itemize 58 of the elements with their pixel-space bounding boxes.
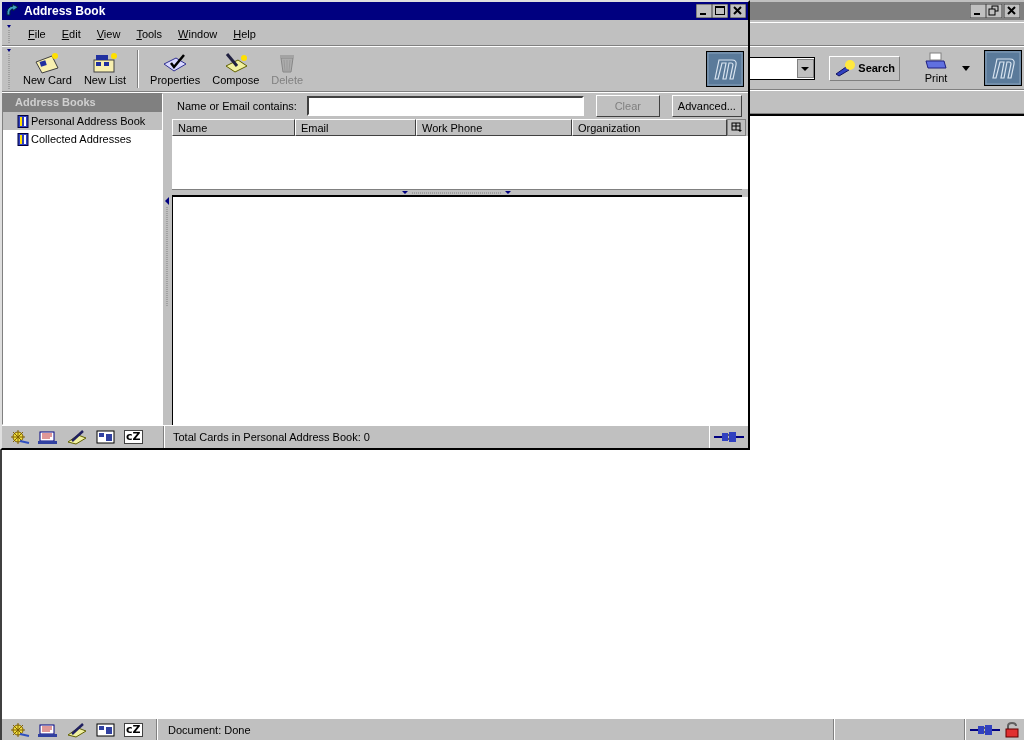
advanced-button[interactable]: Advanced... [671, 95, 742, 117]
checklist-icon [162, 52, 189, 74]
menu-item[interactable]: Help [233, 27, 256, 40]
minimize-button[interactable] [970, 4, 986, 18]
address-book-icon [17, 114, 29, 128]
flashlight-icon [834, 59, 857, 77]
minimize-button[interactable] [696, 4, 712, 18]
padlock-icon[interactable] [1004, 721, 1020, 738]
print-button[interactable]: Print [924, 52, 948, 84]
chat-button[interactable]: cZ [124, 430, 143, 444]
new-card-button[interactable]: New Card [18, 52, 77, 86]
logo-icon[interactable] [706, 51, 744, 87]
close-button[interactable] [1004, 4, 1020, 18]
toolbar-grip [6, 49, 12, 89]
column-header[interactable]: Name [172, 119, 295, 136]
column-header[interactable]: Organization [572, 119, 727, 136]
card-icon [34, 52, 61, 74]
column-picker-icon[interactable] [727, 119, 746, 136]
sidebar-item[interactable]: Collected Addresses [3, 130, 162, 148]
status-text: Document: Done [157, 719, 835, 740]
search-field[interactable] [306, 96, 584, 116]
dropdown-button[interactable] [797, 58, 815, 78]
sidebar-header: Address Books [3, 94, 162, 112]
chat-button[interactable]: cZ [124, 722, 143, 737]
sidebar-item[interactable]: Personal Address Book [3, 112, 162, 130]
toolbar-grip [6, 24, 12, 43]
card-icon[interactable] [95, 721, 117, 738]
plug-icon[interactable] [714, 431, 744, 443]
app-icon [4, 3, 20, 19]
printer-icon [924, 52, 948, 72]
menu-item[interactable]: Tools [136, 27, 163, 40]
column-header[interactable]: Email [295, 119, 416, 136]
compose-button[interactable]: Compose [207, 52, 265, 86]
properties-button[interactable]: Properties [145, 52, 206, 86]
plug-icon[interactable] [970, 723, 1000, 736]
column-header[interactable]: Work Phone [416, 119, 572, 136]
menu-item[interactable]: File [28, 27, 46, 40]
status-text: Total Cards in Personal Address Book: 0 [164, 426, 709, 448]
search-button[interactable]: Search [829, 55, 900, 81]
menu-item[interactable]: Edit [61, 27, 81, 40]
dropdown-arrow-icon[interactable] [962, 65, 970, 71]
window-title: Address Book [24, 4, 106, 18]
compass-icon[interactable] [8, 429, 30, 445]
maximize-button[interactable] [712, 4, 728, 18]
url-field[interactable] [750, 56, 816, 80]
menu-item[interactable]: Window [178, 27, 218, 40]
menu-item[interactable]: View [96, 27, 121, 40]
new-list-button[interactable]: New List [78, 52, 132, 86]
search-label: Name or Email contains: [177, 100, 297, 112]
cards-icon [92, 52, 118, 74]
compass-icon[interactable] [8, 721, 30, 738]
restore-button[interactable] [986, 4, 1002, 18]
address-book-icon [17, 132, 29, 146]
logo-icon[interactable] [984, 50, 1022, 86]
pen-icon[interactable] [66, 721, 88, 738]
card-icon[interactable] [95, 429, 117, 445]
close-button[interactable] [730, 4, 746, 18]
pen-icon[interactable] [66, 429, 88, 445]
